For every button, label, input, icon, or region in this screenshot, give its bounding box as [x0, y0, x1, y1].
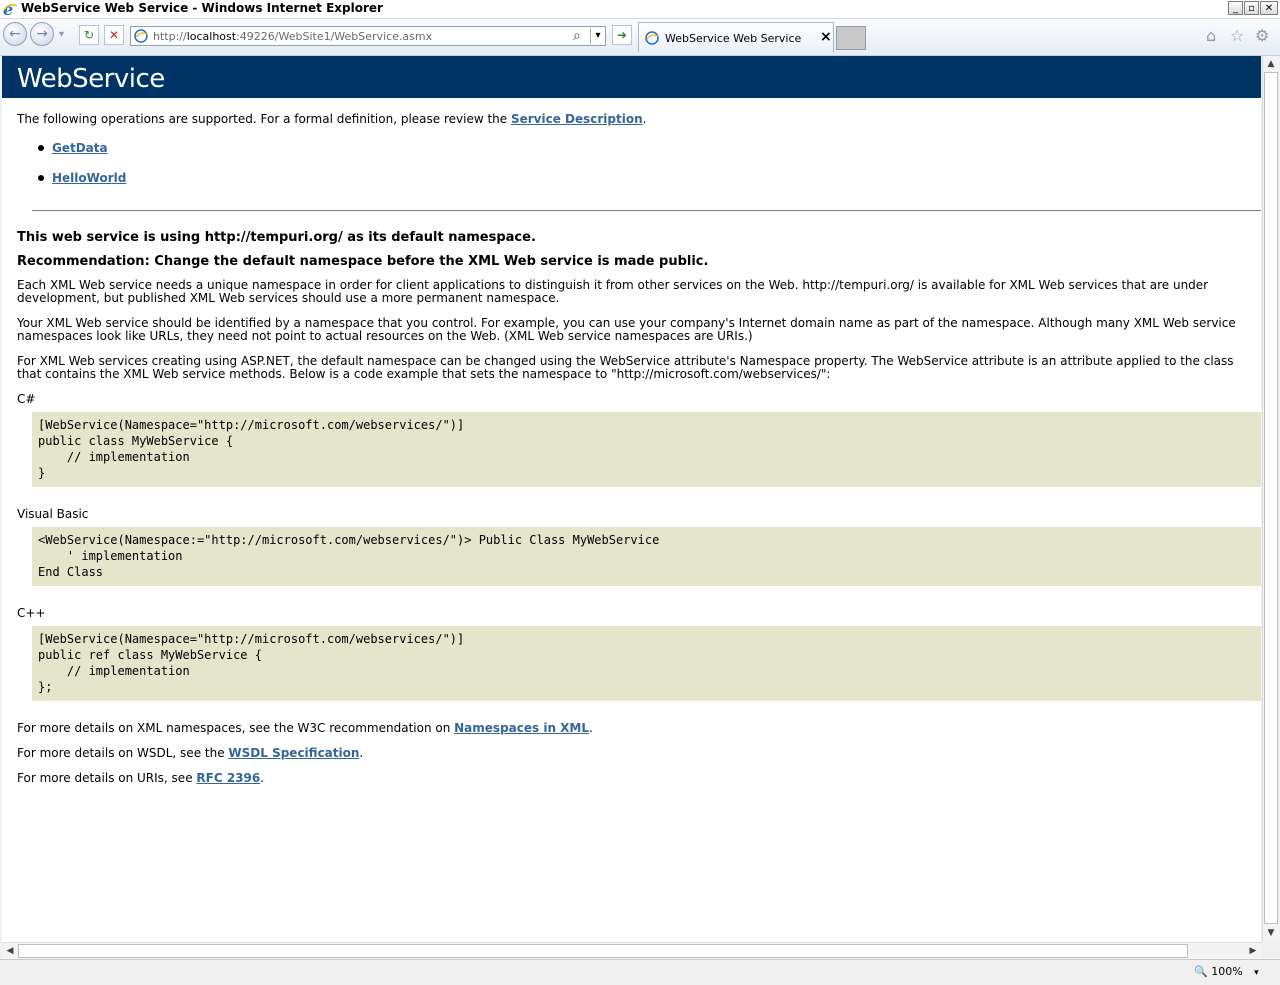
namespace-paragraph-1: Each XML Web service needs a unique name… [17, 278, 1209, 305]
service-description-link[interactable]: Service Description [511, 112, 643, 126]
scroll-left-icon[interactable]: ◀ [3, 944, 17, 958]
operation-link-helloworld[interactable]: HelloWorld [52, 172, 126, 185]
csharp-label: C# [17, 392, 36, 406]
go-button[interactable]: ➜ [612, 25, 632, 45]
horizontal-scrollbar[interactable]: ◀ ▶ [2, 942, 1262, 959]
cpp-label: C++ [17, 606, 46, 620]
tab-title: WebService Web Service [665, 32, 802, 45]
namespace-paragraph-3: For XML Web services creating using ASP.… [17, 354, 1234, 381]
tools-gear-icon[interactable]: ⚙ [1255, 28, 1269, 44]
namespace-paragraph-2: Your XML Web service should be identifie… [17, 316, 1236, 343]
home-icon[interactable]: ⌂ [1206, 28, 1216, 44]
back-arrow-icon: ← [9, 26, 21, 42]
search-icon[interactable]: ⌕ [573, 28, 581, 44]
more-wsdl-line: For more details on WSDL, see the WSDL S… [17, 746, 364, 760]
rfc-2396-link[interactable]: RFC 2396 [196, 771, 260, 785]
page-content: WebService The following operations are … [2, 56, 1261, 942]
favorites-star-icon[interactable]: ☆ [1230, 28, 1244, 44]
refresh-icon: ↻ [83, 28, 95, 42]
address-bar[interactable]: http://localhost:49226/WebSite1/WebServi… [130, 26, 606, 46]
back-button[interactable]: ← [3, 22, 27, 46]
cpp-code-block: [WebService(Namespace="http://microsoft.… [32, 626, 1261, 701]
status-bar: 🔍 100% ▾ [0, 959, 1280, 985]
zoom-level[interactable]: 🔍 100% ▾ [1194, 965, 1259, 978]
vertical-scrollbar[interactable]: ▲ ▼ [1262, 56, 1279, 942]
operation-link-getdata[interactable]: GetData [52, 142, 108, 155]
scroll-right-icon[interactable]: ▶ [1246, 944, 1260, 958]
horizontal-scroll-thumb[interactable] [18, 944, 1188, 958]
title-bar: e WebService Web Service - Windows Inter… [0, 0, 1280, 19]
scroll-up-icon[interactable]: ▲ [1264, 57, 1278, 71]
page-icon [134, 29, 148, 43]
namespace-statement: This web service is using http://tempuri… [17, 230, 536, 245]
intro-line: The following operations are supported. … [17, 112, 647, 126]
zoom-dropdown-icon[interactable]: ▾ [1254, 968, 1259, 978]
restore-button[interactable]: ▫ [1244, 1, 1259, 15]
more-uri-line: For more details on URIs, see RFC 2396. [17, 771, 265, 785]
scroll-down-icon[interactable]: ▼ [1264, 926, 1278, 940]
vb-code-block: <WebService(Namespace:="http://microsoft… [32, 527, 1261, 586]
page-heading-banner: WebService [2, 56, 1261, 98]
bullet-icon [38, 145, 44, 151]
new-tab-button[interactable] [836, 26, 866, 50]
more-xml-line: For more details on XML namespaces, see … [17, 721, 593, 735]
refresh-button[interactable]: ↻ [79, 25, 99, 45]
vb-label: Visual Basic [17, 507, 89, 521]
window-title: WebService Web Service - Windows Interne… [21, 1, 383, 15]
page-title: WebService [17, 64, 165, 94]
tab-page-icon [645, 31, 659, 45]
tab-webservice[interactable]: WebService Web Service × [638, 22, 834, 52]
wsdl-specification-link[interactable]: WSDL Specification [228, 746, 359, 760]
minimize-button[interactable]: _ [1228, 1, 1243, 15]
zoom-icon: 🔍 [1194, 965, 1208, 978]
stop-button[interactable]: ✕ [104, 25, 124, 45]
close-window-button[interactable]: ✕ [1260, 1, 1278, 15]
history-dropdown-icon[interactable]: ▾ [59, 29, 64, 40]
recommendation-statement: Recommendation: Change the default names… [17, 254, 709, 269]
forward-button[interactable]: → [30, 22, 54, 46]
forward-arrow-icon: → [36, 26, 48, 42]
stop-icon: ✕ [108, 28, 120, 42]
address-dropdown-icon[interactable]: ▾ [590, 28, 605, 44]
go-arrow-icon: ➜ [616, 28, 628, 42]
namespaces-in-xml-link[interactable]: Namespaces in XML [454, 721, 589, 735]
navigation-bar: ← → ▾ ↻ ✕ http://localhost:49226/WebSite… [0, 19, 1280, 56]
url-text: http://localhost:49226/WebSite1/WebServi… [153, 30, 433, 43]
separator [32, 210, 1261, 211]
ie-logo-icon: e [3, 1, 18, 17]
vertical-scroll-thumb[interactable] [1264, 72, 1278, 924]
tab-close-icon[interactable]: × [820, 29, 832, 45]
bullet-icon [38, 175, 44, 181]
csharp-code-block: [WebService(Namespace="http://microsoft.… [32, 412, 1261, 487]
